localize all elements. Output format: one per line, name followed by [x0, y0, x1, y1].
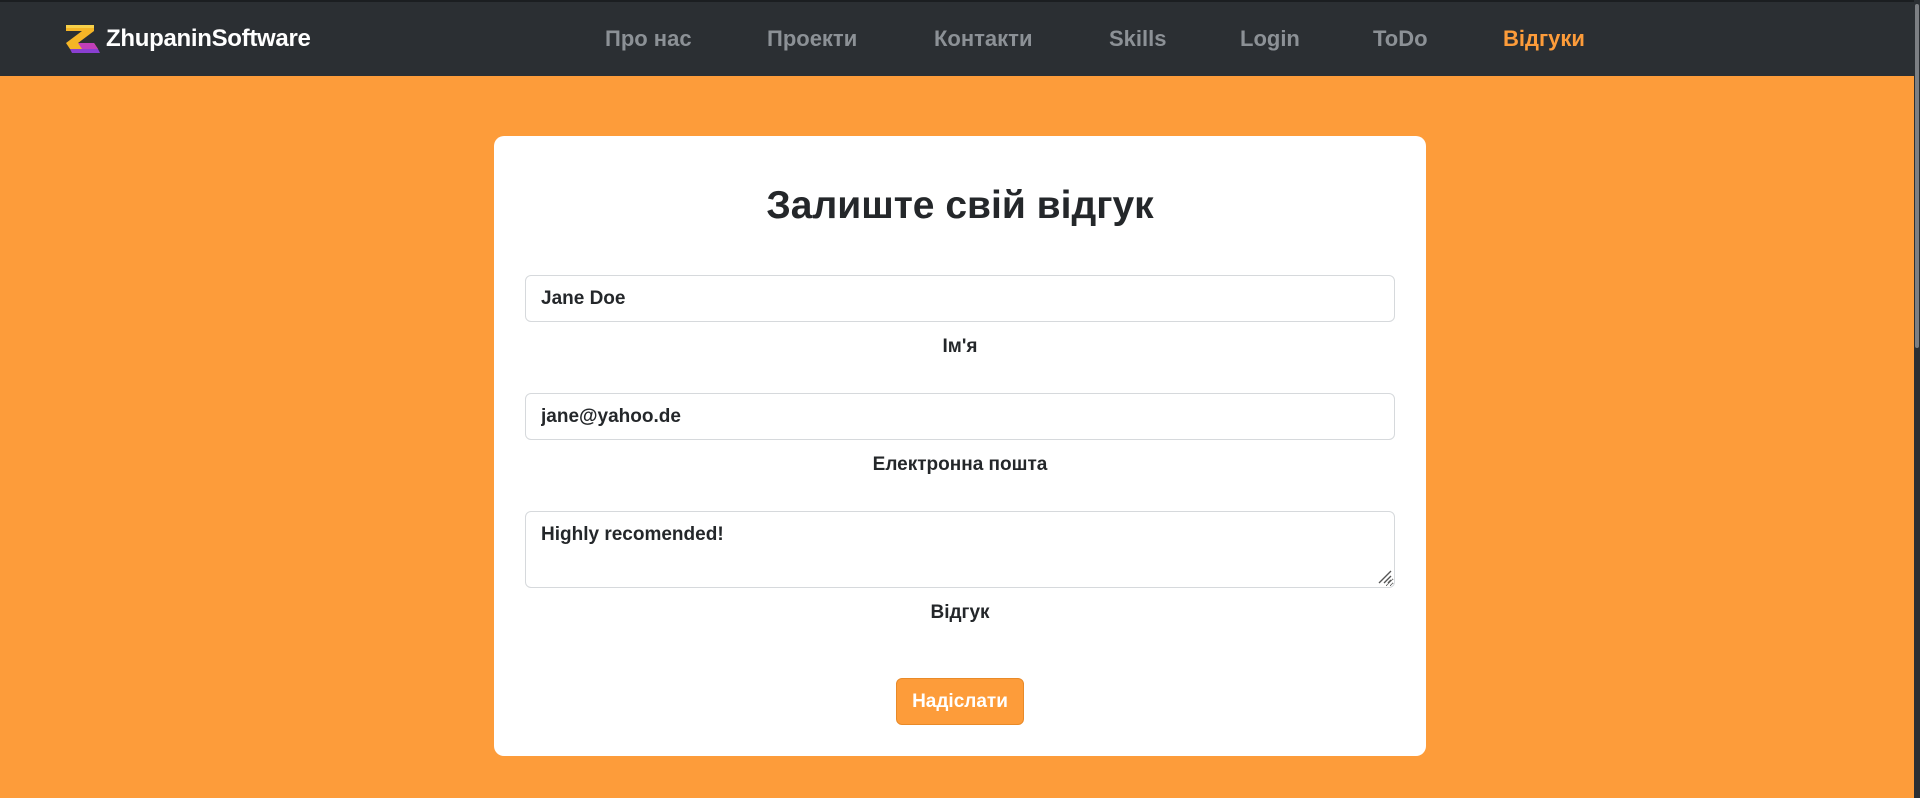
email-input[interactable]: [525, 393, 1395, 440]
resize-grip-icon[interactable]: [1376, 568, 1392, 584]
nav-item-todo[interactable]: ToDo: [1373, 26, 1428, 52]
nav-item-login[interactable]: Login: [1240, 26, 1300, 52]
name-label: Ім'я: [942, 336, 978, 357]
scrollbar-thumb[interactable]: [1915, 4, 1919, 348]
review-label: Відгук: [930, 602, 990, 623]
top-navbar: ZhupaninSoftware Про нас Проекти Контакт…: [0, 0, 1920, 76]
page-scrollbar[interactable]: [1914, 0, 1920, 798]
review-textarea[interactable]: Highly recomended!: [525, 511, 1395, 588]
nav-item-reviews[interactable]: Відгуки: [1503, 26, 1585, 52]
nav-item-about[interactable]: Про нас: [605, 26, 692, 52]
review-form-card: [494, 136, 1426, 756]
form-title: Залиште свій відгук: [766, 184, 1154, 227]
nav-item-skills[interactable]: Skills: [1109, 26, 1166, 52]
nav-item-projects[interactable]: Проекти: [767, 26, 857, 52]
submit-button[interactable]: Надіслати: [896, 678, 1024, 725]
nav-links: Про нас Проекти Контакти Skills Login To…: [0, 2, 1920, 76]
name-input[interactable]: [525, 275, 1395, 322]
email-label: Електронна пошта: [872, 454, 1048, 475]
nav-item-contacts[interactable]: Контакти: [934, 26, 1032, 52]
